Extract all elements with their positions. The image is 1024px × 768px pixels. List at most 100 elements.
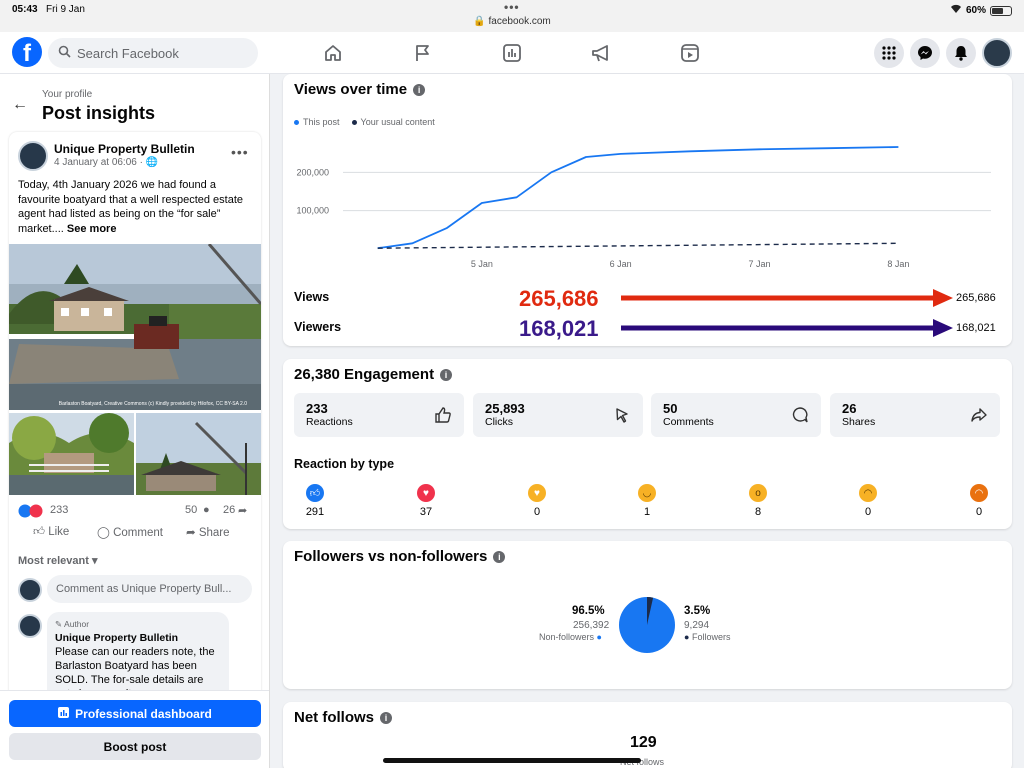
post-date[interactable]: 4 January at 06:06 · 🌐 [54,157,158,168]
search-placeholder: Search Facebook [77,45,179,61]
reaction-summary[interactable]: 233 50 ● 26 ➦ [18,504,258,518]
info-icon[interactable]: i [440,368,453,381]
megaphone-icon[interactable] [590,42,612,64]
share-label: Share [198,527,230,539]
engagement-card: 26,380 Engagement i 233 Reactions 25,893 … [283,359,1012,529]
post-date-text: 4 January at 06:06 · [54,157,143,168]
angry-emoji-icon: ◠ [970,484,988,502]
viewers-label: Viewers [294,320,342,334]
address-url[interactable]: 🔒 facebook.com [0,16,1024,27]
reaction-wow-count: 8 [754,506,762,518]
views-over-time-card: Views over time i This post Your usual co… [283,74,1012,346]
back-arrow-icon[interactable]: ← [12,96,28,114]
battery-icon [990,5,1012,16]
info-icon[interactable]: i [380,711,393,724]
post-preview-panel: ← Your profile Post insights Unique Prop… [0,74,270,768]
breadcrumb[interactable]: Your profile [42,89,92,100]
reaction-angry: ◠ 0 [959,484,999,518]
like-emoji-icon: 👍︎ [306,484,324,502]
post-author-avatar[interactable] [18,141,48,171]
care-emoji-icon: ♥ [528,484,546,502]
commenter-avatar[interactable] [18,578,42,602]
followers-label-text: Followers [691,632,731,642]
reactions-box[interactable]: 233 Reactions [294,393,464,437]
viewers-end-value: 168,021 [956,322,996,334]
legend-this-post: This post [294,117,340,127]
reaction-love-count: 37 [419,506,433,518]
status-date: Fri 9 Jan [46,4,85,15]
views-card-title: Views over time [294,81,408,98]
profile-avatar[interactable] [982,38,1012,68]
reaction-sad-count: 0 [864,506,872,518]
legend-this-post-label: This post [303,117,340,127]
wifi-icon [950,4,962,17]
professional-dashboard-button[interactable]: Professional dashboard [9,700,261,727]
comment-input[interactable]: Comment as Unique Property Bull... [47,575,252,603]
comment-icon [791,406,809,424]
reaction-wow: o8 [738,484,778,518]
facebook-logo-icon[interactable]: f [12,37,42,67]
reaction-haha: ◡ 1 [627,484,667,518]
status-time: 05:43 [12,4,38,15]
shares-box[interactable]: 26 Shares [830,393,1000,437]
post-actions: 👍︎ Like ◯ Comment ➦ Share [9,525,261,545]
clicks-value: 25,893 [485,401,525,416]
comment-sort-dropdown[interactable]: Most relevant ▾ [18,554,98,567]
reaction-care-count: 0 [533,506,541,518]
thumb-up-icon [434,406,452,424]
home-icon[interactable] [322,42,344,64]
x-tick-label: 7 Jan [749,259,771,269]
post-card: Unique Property Bulletin 4 January at 06… [9,132,261,768]
info-icon[interactable]: i [413,83,426,96]
cursor-icon [613,406,631,424]
reaction-angry-count: 0 [975,506,983,518]
post-image-fence[interactable] [9,413,134,495]
share-button[interactable]: ➦ Share [186,525,230,539]
comment-icon: ◯ [97,527,110,539]
reactions-value: 233 [306,401,328,416]
reaction-love: ♥ 37 [406,484,446,518]
followers-title: Followers vs non-followers [294,548,488,565]
notifications-bell-icon[interactable] [946,38,976,68]
comments-count: 50 [185,504,198,516]
home-indicator[interactable] [383,758,641,763]
messenger-icon[interactable] [910,38,940,68]
post-options-icon[interactable]: ••• [231,144,249,160]
comment-author-name[interactable]: Unique Property Bulletin [55,631,221,645]
professional-dashboard-label: Professional dashboard [75,706,212,721]
insights-icon[interactable] [501,42,523,64]
comment-bubble-icon: ● [203,504,210,516]
flag-icon[interactable] [411,42,433,64]
see-more-link[interactable]: See more [67,223,117,235]
post-image-house[interactable] [136,413,261,495]
x-tick-label: 8 Jan [887,259,909,269]
legend-usual-label: Your usual content [360,117,435,127]
followers-pie-chart [619,597,675,653]
comments-box[interactable]: 50 Comments [651,393,821,437]
author-comment-avatar[interactable] [18,614,42,638]
search-input[interactable]: Search Facebook [48,38,258,68]
url-text: facebook.com [488,16,551,27]
like-button[interactable]: 👍︎ Like [33,525,69,539]
post-image-boatyard[interactable]: Barlaston Boatyard, Creative Commons (c)… [9,244,261,410]
lock-icon: 🔒 [473,16,486,27]
menu-grid-icon[interactable] [874,38,904,68]
views-line-chart: 100,000 200,000 5 Jan 6 Jan 7 Jan 8 Jan [296,146,991,269]
reaction-like: 👍︎ 291 [295,484,335,518]
reels-icon[interactable] [679,42,701,64]
more-dots-icon[interactable]: ••• [504,0,520,14]
author-badge: ✎ Author [55,617,221,631]
legend-usual-content: Your usual content [351,117,435,127]
boost-post-button[interactable]: Boost post [9,733,261,760]
page-title: Post insights [42,103,156,123]
share-icon: ➦ [186,527,196,539]
non-followers-count: 256,392 [573,620,610,631]
post-author-name[interactable]: Unique Property Bulletin [54,142,195,156]
shares-value: 26 [842,401,857,416]
info-icon[interactable]: i [493,550,506,563]
comment-button[interactable]: ◯ Comment [97,525,163,539]
haha-emoji-icon: ◡ [638,484,656,502]
views-arrow-icon [621,289,953,307]
clicks-box[interactable]: 25,893 Clicks [473,393,643,437]
reactions-label: Reactions [306,416,353,428]
